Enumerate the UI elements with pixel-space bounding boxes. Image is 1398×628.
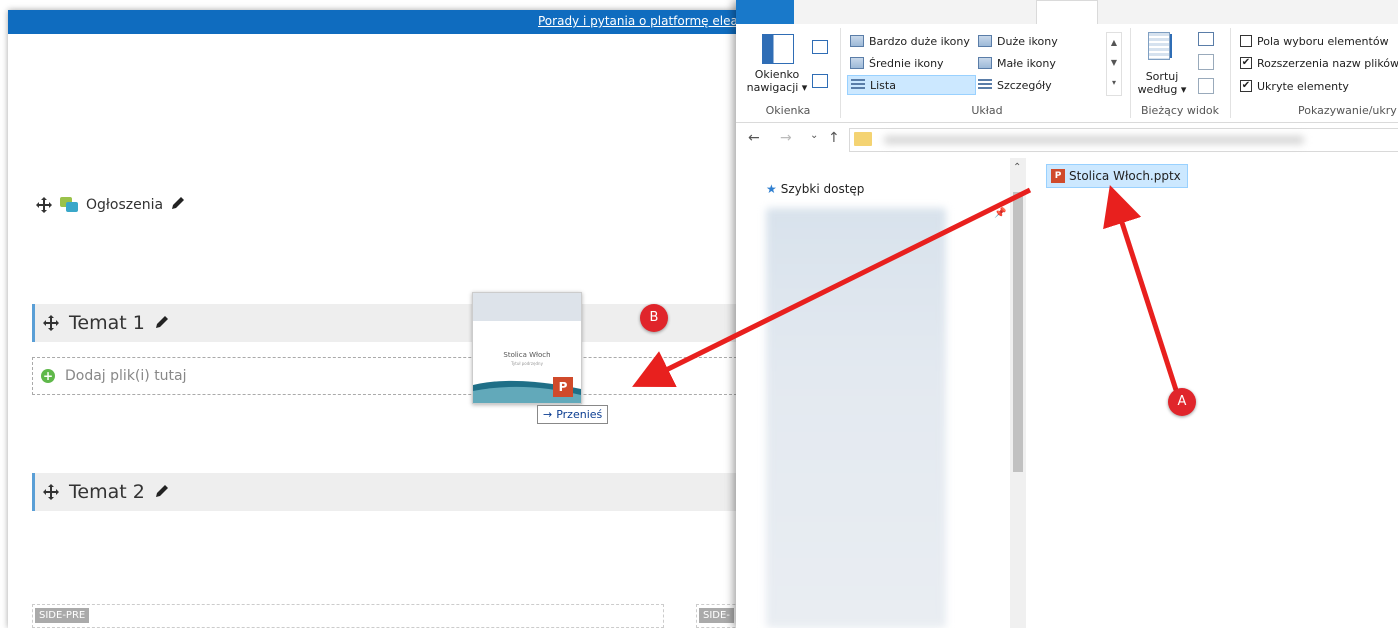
arrow-a — [1103, 184, 1179, 391]
annotation-arrows — [632, 184, 1179, 391]
badge-b: B — [640, 304, 668, 332]
arrow-b — [632, 187, 1032, 388]
badge-a: A — [1168, 388, 1196, 416]
